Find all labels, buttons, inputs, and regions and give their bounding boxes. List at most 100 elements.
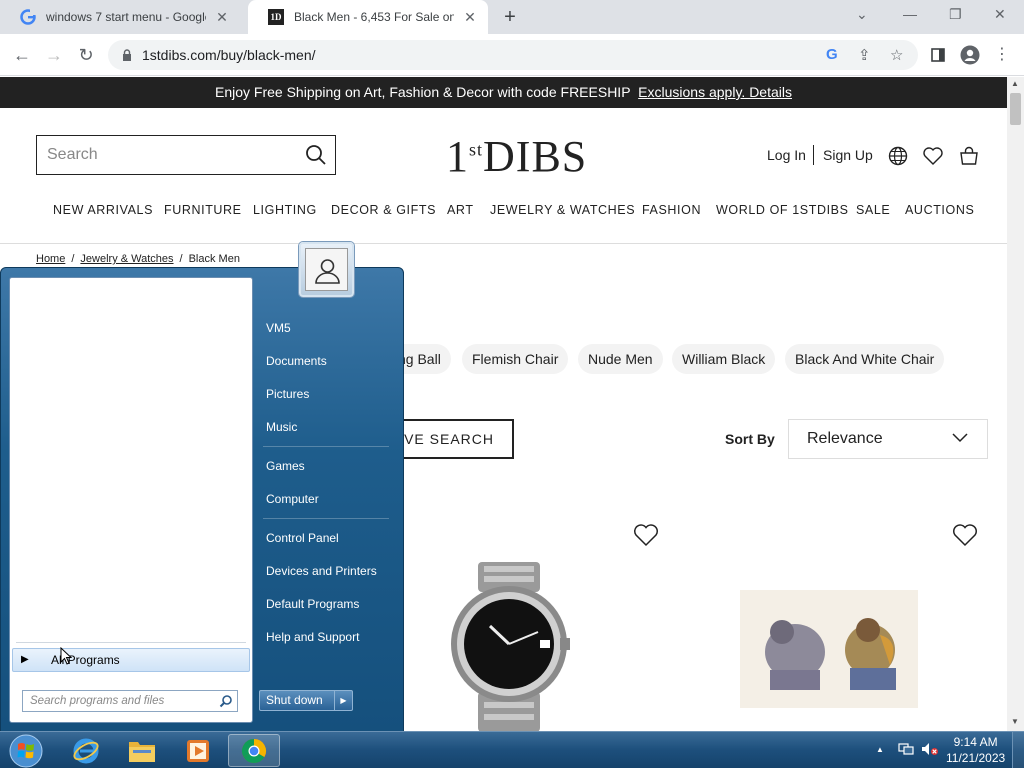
start-menu-programs-pane: ▶ All Programs Search programs and files — [9, 277, 253, 723]
media-player-icon — [187, 739, 209, 762]
nav-furniture[interactable]: FURNITURE — [164, 203, 242, 217]
main-nav: NEW ARRIVALS FURNITURE LIGHTING DECOR & … — [0, 203, 1007, 221]
promo-details-link[interactable]: Exclusions apply. Details — [638, 84, 792, 100]
minimize-icon[interactable]: — — [903, 6, 917, 22]
show-desktop-button[interactable] — [1012, 732, 1024, 768]
nav-sale[interactable]: SALE — [856, 203, 890, 217]
nav-fashion[interactable]: FASHION — [642, 203, 701, 217]
tab-1stdibs[interactable]: 1D Black Men - 6,453 For Sale on 1st ✕ — [248, 0, 488, 34]
start-search-input[interactable]: Search programs and files — [22, 690, 238, 712]
more-menu-icon[interactable]: ⋮ — [990, 43, 1014, 67]
profile-icon[interactable] — [958, 43, 982, 67]
network-icon[interactable] — [898, 742, 914, 759]
address-bar[interactable]: 1stdibs.com/buy/black-men/ G ⇪ ☆ — [108, 40, 918, 70]
watch-product-image[interactable] — [448, 562, 570, 731]
shutdown-button[interactable]: Shut down ▶ — [259, 690, 353, 711]
related-search-chip[interactable]: Black And White Chair — [785, 344, 945, 374]
close-window-icon[interactable]: ✕ — [994, 6, 1006, 23]
nav-jewelry-watches[interactable]: JEWELRY & WATCHES — [490, 203, 635, 217]
nav-divider — [0, 243, 1007, 244]
start-search-placeholder: Search programs and files — [30, 695, 165, 707]
search-placeholder: Search — [47, 146, 98, 163]
login-link[interactable]: Log In — [767, 147, 806, 163]
new-tab-button[interactable]: + — [500, 6, 520, 29]
close-tab-icon[interactable]: ✕ — [214, 9, 230, 26]
start-item-games[interactable]: Games — [266, 459, 305, 473]
side-panel-icon[interactable] — [926, 43, 950, 67]
signup-link[interactable]: Sign Up — [823, 147, 873, 163]
start-item-help-support[interactable]: Help and Support — [266, 630, 359, 644]
tab-search-icon[interactable]: ⌄ — [856, 6, 868, 23]
favorite-heart-icon[interactable] — [632, 521, 660, 549]
globe-icon[interactable] — [887, 145, 909, 167]
shopping-bag-icon[interactable] — [958, 145, 980, 167]
nav-new-arrivals[interactable]: NEW ARRIVALS — [53, 203, 153, 217]
close-tab-icon[interactable]: ✕ — [462, 9, 478, 26]
scrollbar-thumb[interactable] — [1010, 93, 1021, 125]
start-button[interactable] — [2, 734, 50, 767]
nav-art[interactable]: ART — [447, 203, 474, 217]
start-item-devices-printers[interactable]: Devices and Printers — [266, 564, 377, 578]
volume-muted-icon[interactable] — [921, 742, 939, 759]
share-icon[interactable]: ⇪ — [858, 46, 871, 64]
start-menu-separator — [263, 518, 389, 519]
start-item-vm5[interactable]: VM5 — [266, 321, 291, 335]
nav-world-of-1stdibs[interactable]: WORLD OF 1STDIBS — [716, 203, 849, 217]
promo-banner: Enjoy Free Shipping on Art, Fashion & De… — [0, 77, 1007, 108]
sort-select[interactable]: Relevance — [788, 419, 988, 459]
statue-product-image[interactable] — [740, 590, 918, 708]
internet-explorer-icon — [73, 738, 99, 763]
file-explorer-taskbar-button[interactable] — [116, 734, 168, 767]
tab-google-search[interactable]: windows 7 start menu - Google S ✕ — [0, 0, 248, 34]
start-item-pictures[interactable]: Pictures — [266, 387, 309, 401]
1stdibs-favicon-icon: 1D — [268, 9, 284, 25]
account-divider — [813, 145, 814, 165]
breadcrumb: Home / Jewelry & Watches / Black Men — [36, 253, 240, 265]
site-search-input[interactable]: Search — [36, 135, 336, 175]
start-item-computer[interactable]: Computer — [266, 492, 319, 506]
page-scrollbar[interactable]: ▲ ▼ — [1007, 77, 1024, 731]
breadcrumb-jewelry-watches[interactable]: Jewelry & Watches — [80, 253, 173, 265]
search-icon[interactable] — [305, 144, 327, 166]
folder-icon — [129, 741, 155, 762]
url-text: 1stdibs.com/buy/black-men/ — [142, 47, 316, 63]
scroll-up-icon[interactable]: ▲ — [1011, 79, 1019, 88]
programs-divider — [16, 642, 246, 643]
start-item-music[interactable]: Music — [266, 420, 297, 434]
breadcrumb-home[interactable]: Home — [36, 253, 65, 265]
back-icon[interactable]: ← — [10, 43, 34, 67]
windows-taskbar: ▲ 9:14 AM 11/21/2023 — [0, 731, 1024, 768]
user-account-picture[interactable] — [299, 242, 354, 297]
related-search-chip[interactable]: William Black — [672, 344, 776, 374]
nav-lighting[interactable]: LIGHTING — [253, 203, 317, 217]
related-search-chip[interactable]: Nude Men — [578, 344, 663, 374]
nav-auctions[interactable]: AUCTIONS — [905, 203, 974, 217]
clock-time: 9:14 AM — [953, 735, 998, 749]
forward-icon[interactable]: → — [42, 43, 66, 67]
shutdown-label: Shut down — [266, 693, 323, 707]
system-clock[interactable]: 9:14 AM 11/21/2023 — [946, 734, 1005, 766]
chrome-taskbar-button[interactable] — [228, 734, 280, 767]
shutdown-options-icon[interactable]: ▶ — [334, 691, 352, 710]
restore-icon[interactable]: ❐ — [949, 6, 962, 23]
sort-label: Sort By — [725, 431, 775, 447]
1stdibs-logo[interactable]: 1stDIBS — [446, 131, 587, 182]
media-player-taskbar-button[interactable] — [172, 734, 224, 767]
start-item-documents[interactable]: Documents — [266, 354, 327, 368]
chrome-icon — [241, 738, 267, 763]
related-search-chip[interactable]: Flemish Chair — [462, 344, 569, 374]
all-programs-button[interactable]: ▶ All Programs — [12, 648, 250, 672]
show-hidden-icons[interactable]: ▲ — [876, 745, 884, 754]
favorite-heart-icon[interactable] — [951, 521, 979, 549]
google-lens-icon[interactable]: G — [826, 46, 838, 63]
browser-toolbar: ← → ↻ 1stdibs.com/buy/black-men/ G ⇪ ☆ ⋮ — [0, 34, 1024, 76]
start-item-default-programs[interactable]: Default Programs — [266, 597, 359, 611]
nav-decor-gifts[interactable]: DECOR & GIFTS — [331, 203, 436, 217]
search-icon[interactable] — [219, 694, 233, 708]
bookmark-star-icon[interactable]: ☆ — [890, 46, 903, 64]
scroll-down-icon[interactable]: ▼ — [1011, 717, 1019, 726]
start-item-control-panel[interactable]: Control Panel — [266, 531, 339, 545]
reload-icon[interactable]: ↻ — [74, 43, 98, 67]
favorites-heart-icon[interactable] — [922, 145, 944, 167]
internet-explorer-taskbar-button[interactable] — [60, 734, 112, 767]
